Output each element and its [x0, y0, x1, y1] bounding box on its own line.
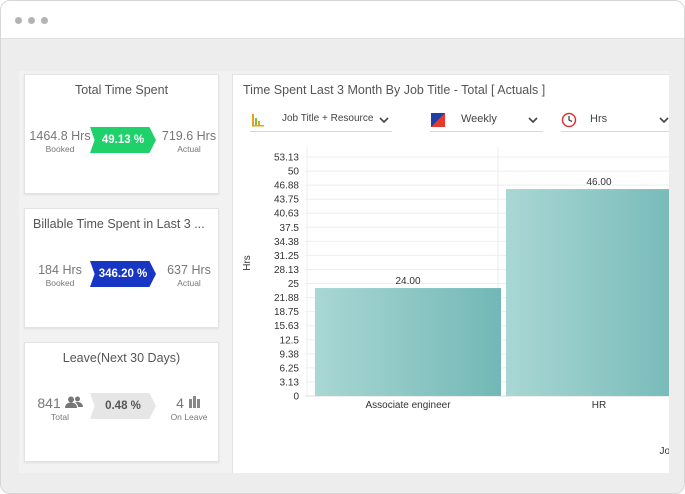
- total-value-row: 841: [28, 395, 92, 411]
- chart-panel: Time Spent Last 3 Month By Job Title - T…: [232, 74, 669, 473]
- actual-stat: 637 Hrs Actual: [157, 263, 221, 288]
- bar-data-label: 46.00: [586, 177, 611, 188]
- y-tick-label: 50: [288, 167, 300, 178]
- y-tick-label: 12.5: [280, 335, 300, 346]
- browser-window: Total Time Spent 1464.8 Hrs Booked 49.13…: [0, 0, 685, 494]
- y-tick-label: 34.38: [274, 237, 299, 248]
- percent-badge: 0.48 %: [90, 393, 156, 419]
- billable-time-card[interactable]: Billable Time Spent in Last 3 ... 184 Hr…: [24, 208, 219, 328]
- y-tick-label: 31.25: [274, 251, 299, 262]
- booked-value: 1464.8 Hrs: [29, 129, 91, 143]
- y-tick-label: 40.63: [274, 209, 299, 220]
- y-tick-label: 43.75: [274, 195, 299, 206]
- booked-value: 184 Hrs: [38, 263, 82, 277]
- total-stat: 841 Total: [28, 395, 92, 422]
- booked-label: Booked: [45, 144, 75, 154]
- total-value: 841: [37, 395, 61, 411]
- window-dot-icon[interactable]: [41, 17, 48, 24]
- y-tick-label: 46.88: [274, 181, 299, 192]
- y-tick-label: 53.13: [274, 153, 299, 164]
- x-axis-label: Jo: [659, 446, 669, 457]
- y-tick-label: 37.5: [280, 223, 300, 234]
- actual-label: Actual: [177, 278, 201, 288]
- on-leave-stat: 4 On Leave: [157, 395, 221, 422]
- window-titlebar: [1, 1, 684, 39]
- actual-value: 719.6 Hrs: [161, 129, 217, 143]
- luggage-icon: [188, 396, 200, 408]
- y-tick-label: 6.25: [280, 363, 300, 374]
- y-tick-label: 9.38: [280, 349, 300, 360]
- y-tick-label: 18.75: [274, 307, 299, 318]
- dashboard: Total Time Spent 1464.8 Hrs Booked 49.13…: [19, 71, 669, 473]
- actual-label: Actual: [177, 144, 201, 154]
- y-tick-label: 3.13: [280, 377, 300, 388]
- bar[interactable]: [315, 288, 501, 396]
- y-tick-label: 28.13: [274, 265, 299, 276]
- y-axis-label: Hrs: [242, 255, 253, 271]
- bar[interactable]: [506, 189, 669, 396]
- y-tick-label: 25: [288, 279, 300, 290]
- bar-chart: 0 3.13 6.25 9.38 12.5 15.63 18.75 21.88 25 28.13 3…: [242, 147, 669, 457]
- users-icon: [64, 396, 83, 408]
- card-title: Billable Time Spent in Last 3 ...: [33, 217, 205, 231]
- y-tick-label: 21.88: [274, 293, 299, 304]
- x-tick-label: Associate engineer: [365, 400, 451, 411]
- percent-badge: 346.20 %: [90, 261, 156, 287]
- bar-data-label: 24.00: [395, 276, 420, 287]
- on-leave-value: 4: [176, 395, 184, 411]
- y-tick-label: 15.63: [274, 321, 299, 332]
- percent-badge: 49.13 %: [90, 127, 156, 153]
- total-time-card[interactable]: Total Time Spent 1464.8 Hrs Booked 49.13…: [24, 74, 219, 194]
- window-dot-icon[interactable]: [15, 17, 22, 24]
- card-title: Leave(Next 30 Days): [62, 351, 181, 365]
- actual-value: 637 Hrs: [167, 263, 211, 277]
- window-dot-icon[interactable]: [28, 17, 35, 24]
- x-tick-label: HR: [592, 400, 606, 411]
- total-label: Total: [51, 412, 69, 422]
- booked-label: Booked: [45, 278, 75, 288]
- leave-card[interactable]: Leave(Next 30 Days) 841 Total 0.48 % 4 O…: [24, 342, 219, 462]
- y-tick-label: 0: [293, 392, 299, 403]
- booked-stat: 184 Hrs Booked: [28, 263, 92, 288]
- on-leave-value-row: 4: [157, 395, 221, 411]
- booked-stat: 1464.8 Hrs Booked: [28, 129, 92, 154]
- card-title: Total Time Spent: [74, 83, 169, 97]
- actual-stat: 719.6 Hrs Actual: [157, 129, 221, 154]
- on-leave-label: On Leave: [170, 412, 208, 422]
